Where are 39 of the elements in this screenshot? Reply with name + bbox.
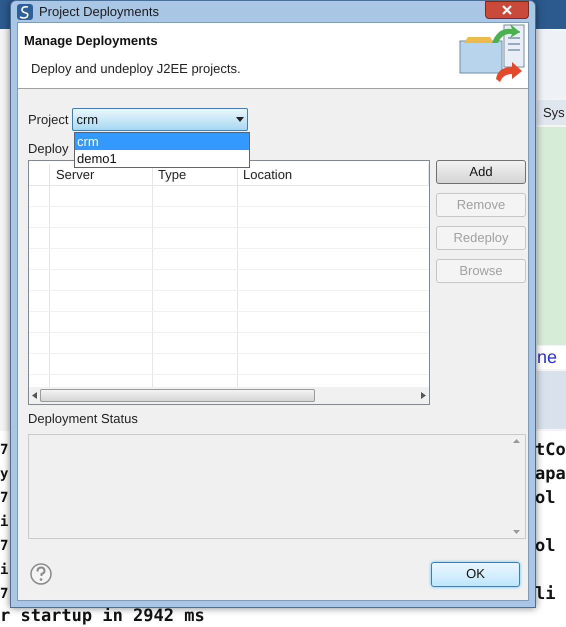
console-text: ol [534,535,556,558]
column-header[interactable]: Server [50,164,153,185]
horizontal-scrollbar[interactable] [29,387,429,404]
console-text: tCo [534,439,566,462]
console-text: 7 [0,585,8,604]
caret-icon [236,117,244,122]
action-button[interactable]: Add [436,160,526,184]
console-text: apa [534,463,566,486]
project-label: Project [28,110,68,129]
console-text: r startup in 2942 ms [0,606,205,626]
window-title: Project Deployments [39,2,159,21]
app-icon [17,4,33,20]
view-tab[interactable]: Sys [537,100,566,125]
close-button[interactable] [485,1,529,19]
ok-button[interactable]: OK [431,562,520,586]
right-arrow-icon [421,392,426,399]
link-text: ne [537,346,558,369]
console-text: i [0,561,8,580]
column-header[interactable]: Location [238,164,429,185]
help-icon[interactable] [30,563,52,585]
close-icon [502,5,512,15]
console-text: y [0,465,8,484]
left-arrow-icon [32,392,37,399]
header-description: Deploy and undeploy J2EE projects. [30,60,241,78]
console-text: 7 [0,441,8,460]
view-toolbar [537,371,566,429]
console-text: i [0,513,8,532]
deployments-label: Deploy [28,140,68,157]
dropdown-option[interactable]: demo1 [75,150,249,167]
down-arrow-icon [513,530,520,534]
project-dropdown[interactable]: crm [72,108,248,131]
header-title: Manage Deployments [24,32,159,50]
console-text: li [534,583,556,606]
console-text: ol [534,487,556,510]
status-label: Deployment Status [27,410,139,428]
console-text: 7 [0,537,8,556]
column-header[interactable]: Type [153,164,238,185]
console-text: 7 [0,489,8,508]
up-arrow-icon [513,438,520,442]
